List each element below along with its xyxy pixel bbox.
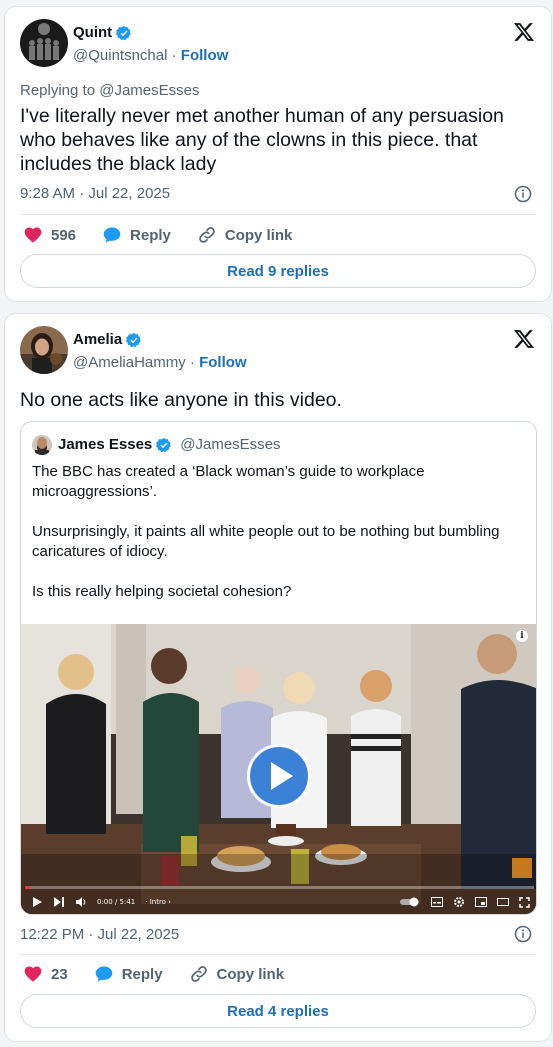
like-button[interactable]: 23 — [23, 964, 68, 984]
author-handle-row: @AmeliaHammy · Follow — [73, 354, 247, 371]
tweet-timestamp[interactable]: 9:28 AM · Jul 22, 2025 — [20, 185, 170, 202]
video-time: 0:00 / 5:41 — [97, 898, 136, 906]
like-button[interactable]: 596 — [23, 225, 76, 245]
info-icon[interactable] — [514, 925, 532, 943]
heart-icon — [24, 227, 42, 243]
channel-badge — [512, 858, 532, 878]
x-logo-icon[interactable] — [513, 21, 535, 43]
copy-link-label: Copy link — [224, 226, 293, 244]
theater-mode-icon[interactable] — [497, 897, 509, 907]
quoted-author-handle: @JamesEsses — [180, 436, 281, 453]
tweet-timestamp[interactable]: 12:22 PM · Jul 22, 2025 — [20, 926, 179, 943]
author-handle[interactable]: @AmeliaHammy — [73, 354, 186, 371]
reply-label: Reply — [121, 965, 163, 983]
divider — [20, 954, 536, 955]
divider — [20, 214, 536, 215]
volume-icon[interactable] — [75, 896, 87, 908]
read-replies-button[interactable]: Read 4 replies — [20, 994, 536, 1028]
tweet-card-amelia: Amelia @AmeliaHammy · Follow No one acts… — [4, 313, 552, 1042]
copy-link-button[interactable]: Copy link — [189, 964, 285, 984]
link-icon — [199, 227, 215, 243]
reply-button[interactable]: Reply — [94, 964, 163, 984]
replying-to[interactable]: Replying to @JamesEsses — [20, 82, 199, 99]
action-bar: 23 Reply Copy link — [23, 964, 310, 984]
video-player[interactable]: i 0:00 / 5:41 · Intro › — [21, 624, 536, 914]
captions-icon[interactable] — [431, 897, 443, 907]
miniplayer-icon[interactable] — [475, 897, 487, 907]
quoted-avatar — [32, 435, 52, 455]
next-icon[interactable] — [53, 896, 65, 908]
reply-bubble-icon — [103, 227, 121, 243]
quoted-author: James Esses @JamesEsses — [58, 436, 281, 453]
settings-icon[interactable] — [453, 896, 465, 908]
quoted-paragraph: Is this really helping societal cohesion… — [32, 583, 292, 600]
reply-label: Reply — [130, 226, 171, 244]
reply-button[interactable]: Reply — [102, 225, 171, 245]
quoted-author-name: James Esses — [58, 436, 153, 453]
verified-badge-icon — [126, 332, 141, 347]
tweet-card-quint: Quint @Quintsnchal · Follow Replying to … — [4, 6, 552, 302]
link-icon — [190, 966, 207, 982]
play-icon[interactable] — [247, 744, 311, 808]
verified-badge-icon — [156, 437, 171, 452]
video-info-icon[interactable]: i — [516, 630, 528, 642]
tweet-text: No one acts like anyone in this video. — [20, 389, 342, 411]
tweet-text: I've literally never met another human o… — [20, 105, 504, 175]
reply-bubble-icon — [95, 966, 113, 982]
quoted-tweet[interactable]: James Esses @JamesEsses The BBC has crea… — [20, 421, 537, 915]
read-replies-button[interactable]: Read 9 replies — [20, 254, 536, 288]
avatar[interactable] — [20, 19, 68, 67]
author-name-text[interactable]: Amelia — [73, 331, 122, 348]
x-logo-icon[interactable] — [513, 328, 535, 350]
video-controls: 0:00 / 5:41 · Intro › — [31, 893, 530, 911]
author-handle-row: @Quintsnchal · Follow — [73, 47, 229, 64]
info-icon[interactable] — [514, 185, 532, 203]
follow-button[interactable]: Follow — [181, 47, 229, 64]
author-name[interactable]: Quint — [73, 24, 132, 41]
copy-link-label: Copy link — [216, 965, 285, 983]
video-progress-fill — [25, 886, 31, 889]
follow-button[interactable]: Follow — [199, 354, 247, 371]
play-small-icon[interactable] — [31, 896, 43, 908]
video-chapter[interactable]: · Intro › — [145, 898, 171, 906]
author-name[interactable]: Amelia — [73, 331, 142, 348]
action-bar: 596 Reply Copy link — [23, 225, 318, 245]
fullscreen-icon[interactable] — [519, 896, 530, 908]
copy-link-button[interactable]: Copy link — [197, 225, 293, 245]
verified-badge-icon — [116, 25, 131, 40]
avatar[interactable] — [20, 326, 68, 374]
quoted-text: The BBC has created a ‘Black woman’s gui… — [32, 462, 527, 622]
autoplay-toggle-icon[interactable] — [399, 897, 421, 907]
like-count: 596 — [51, 226, 77, 244]
heart-icon — [24, 966, 42, 982]
quoted-paragraph: The BBC has created a ‘Black woman’s gui… — [32, 463, 425, 500]
author-name-text[interactable]: Quint — [73, 24, 112, 41]
like-count: 23 — [51, 965, 68, 983]
author-handle[interactable]: @Quintsnchal — [73, 47, 167, 64]
video-progress-bar[interactable] — [25, 886, 534, 889]
quoted-paragraph: Unsurprisingly, it paints all white peop… — [32, 523, 500, 560]
